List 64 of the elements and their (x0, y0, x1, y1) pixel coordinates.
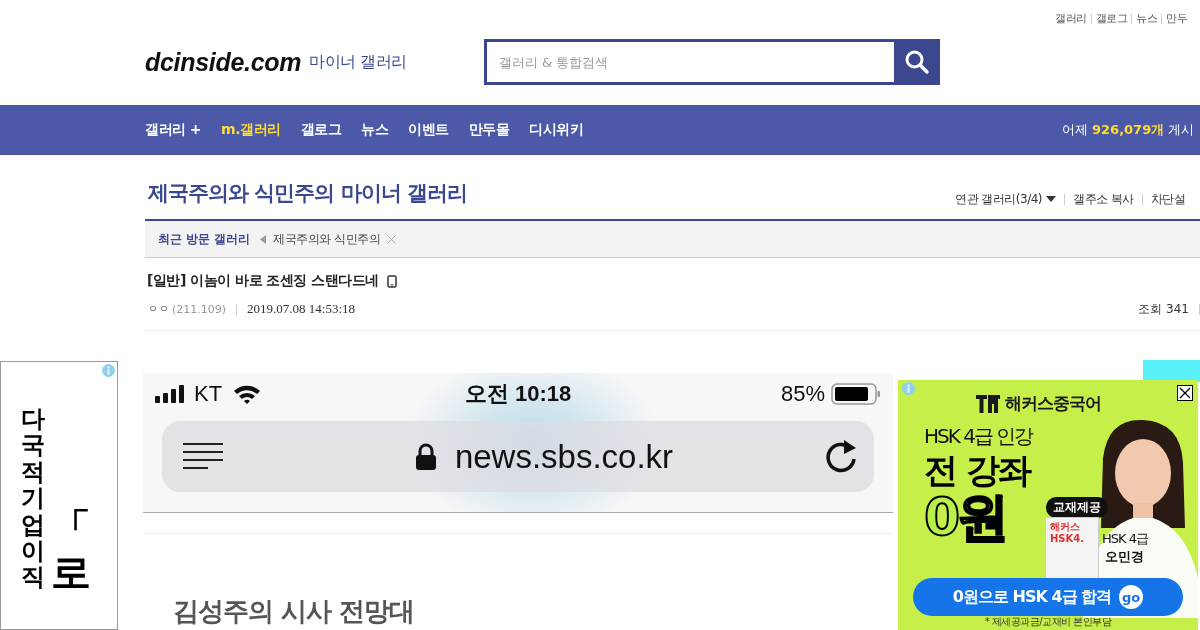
left-arrow-icon[interactable] (260, 234, 267, 244)
ad-price: 0원 (924, 490, 1007, 543)
close-icon (1179, 387, 1191, 399)
ad-text: HSK 4급 인강 (924, 423, 1034, 450)
nav-item[interactable]: 뉴스 (361, 121, 388, 139)
section-title: 마이너 갤러리 (309, 51, 407, 73)
signal-icon (155, 385, 187, 403)
ad-banner[interactable]: 해커스중국어 HSK 4급 인강 전 강좌 0원 교재제공 해커스 HSK4. HSK 4급 오민경 0원으로 HSK 4급 합격 go * 제세공과금/교재비 본인부담 (898, 380, 1198, 630)
menu-icon (182, 441, 224, 472)
info-icon[interactable] (102, 364, 115, 377)
cta-button[interactable]: 0원으로 HSK 4급 합격 go (913, 578, 1183, 616)
post-date: 2019.07.08 14:53:18 (247, 301, 356, 317)
ad-text: 「로 (50, 506, 92, 594)
gallery-link[interactable]: 갤주소 복사 (1073, 190, 1134, 208)
book-title: 해커스 HSK4. (1049, 520, 1086, 545)
close-icon[interactable] (387, 234, 397, 244)
gallery-link[interactable]: 차단설 (1150, 190, 1186, 208)
caret-icon (1046, 195, 1056, 203)
status-time: 오전 10:18 (464, 380, 572, 408)
brand-logo-icon (975, 394, 1000, 413)
nav-item[interactable]: 갤로그 (300, 121, 341, 139)
ad-footnote: * 제세공과금/교재비 본인부담 (983, 616, 1113, 627)
author-name[interactable]: ㅇㅇ (148, 302, 170, 316)
course-label: HSK 4급 (1102, 530, 1148, 548)
nav-item[interactable]: m.갤러리 (221, 121, 281, 139)
view-count: 조회 341 (1138, 300, 1189, 318)
nav-item[interactable]: 만두몰 (468, 121, 509, 139)
nav-item[interactable]: 이벤트 (408, 121, 449, 139)
nav-item[interactable]: 갤러리 + (145, 121, 202, 139)
battery-percent: 85% (780, 381, 825, 407)
teacher-name: 오민경 (1105, 548, 1145, 566)
carrier-name: KT (194, 381, 223, 407)
search-field[interactable]: 갤러리 & 통합검색 (483, 39, 894, 85)
mobile-icon (386, 274, 397, 288)
reload-icon (824, 438, 858, 475)
post-title: [일반] 이놈이 바로 조센징 스탠다드네 (147, 272, 379, 290)
top-link[interactable]: 뉴스 (1136, 11, 1157, 26)
wifi-icon (233, 384, 262, 404)
go-badge: go (1119, 585, 1144, 609)
article-headline: 김성주의 시사 전망대 (173, 595, 416, 628)
info-icon[interactable] (902, 382, 915, 395)
gallery-link[interactable]: 연관 갤러리(3/4) (955, 190, 1056, 208)
top-link[interactable]: 만두 (1166, 11, 1187, 26)
nav-item[interactable]: 디시위키 (529, 121, 583, 139)
search-button[interactable] (893, 39, 940, 85)
top-link[interactable]: 갤러리 (1055, 11, 1087, 26)
url-text: news.sbs.co.kr (454, 437, 674, 476)
recent-label: 최근 방문 갤러리 (158, 230, 251, 248)
site-logo[interactable]: dcinside.com (145, 47, 302, 77)
banner-edge (1143, 360, 1200, 382)
author-ip: (211.109) (172, 302, 227, 316)
recent-gallery-link[interactable]: 제국주의와 식민주의 (273, 230, 381, 248)
stats-label: 어제 (1062, 121, 1088, 139)
brand-name: 해커스중국어 (1004, 392, 1101, 415)
battery-icon (831, 382, 881, 406)
ad-headline: 전 강좌 (924, 450, 1032, 491)
stats-count: 926,079개 (1092, 121, 1165, 139)
gallery-title[interactable]: 제국주의와 식민주의 마이너 갤러리 (148, 179, 955, 207)
top-link[interactable]: 갤로그 (1095, 11, 1127, 26)
lock-icon (414, 442, 437, 471)
stats-label: 게시 (1168, 121, 1195, 139)
ad-text: 다국적 기업이직 (21, 406, 45, 591)
close-button[interactable] (1177, 385, 1193, 401)
search-icon (903, 49, 930, 75)
